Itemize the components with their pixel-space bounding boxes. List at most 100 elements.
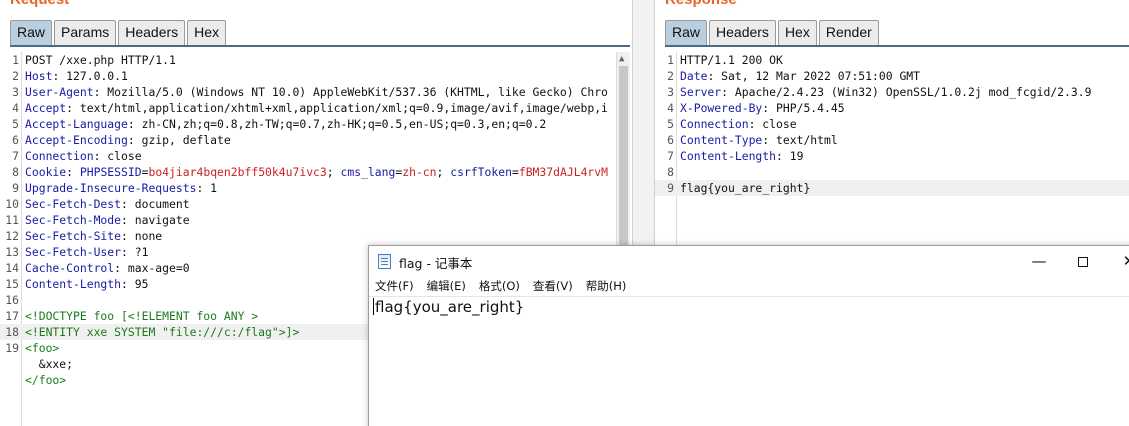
line-text: Content-Length: 19	[680, 148, 803, 164]
notepad-text: flag{you_are_right}	[375, 298, 525, 316]
header-name: Cookie	[25, 165, 67, 179]
notepad-menu-item[interactable]: 格式(O)	[479, 278, 520, 294]
notepad-titlebar[interactable]: flag - 记事本 — ✕	[369, 246, 1129, 276]
response-lines: 1 HTTP/1.1 200 OK 2 Date: Sat, 12 Mar 2022 …	[655, 52, 1129, 196]
text-caret	[373, 298, 374, 315]
close-button[interactable]: ✕	[1109, 249, 1129, 273]
text-span: : 127.0.0.1	[52, 69, 128, 83]
text-span: : text/html,application/xhtml+xml,applic…	[66, 101, 608, 115]
request-line: 10 Sec-Fetch-Dest: document	[0, 196, 632, 212]
text-span: : close	[93, 149, 142, 163]
line-text: Upgrade-Insecure-Requests: 1	[25, 180, 217, 196]
line-text: Sec-Fetch-User: ?1	[25, 244, 148, 260]
text-span: :	[66, 165, 80, 179]
request-line: 6 Accept-Encoding: gzip, deflate	[0, 132, 632, 148]
notepad-content[interactable]: flag{you_are_right}	[373, 298, 524, 316]
header-name: User-Agent	[25, 85, 94, 99]
request-tab-raw[interactable]: Raw	[10, 20, 53, 46]
line-number: 1	[667, 53, 674, 67]
line-text: <!DOCTYPE foo [<!ELEMENT foo ANY >	[25, 308, 258, 324]
response-line: 6 Content-Type: text/html	[655, 132, 1129, 148]
line-number: 9	[12, 181, 19, 195]
text-span: : PHP/5.4.45	[762, 101, 845, 115]
text-span: =	[511, 165, 519, 179]
request-line: 4 Accept: text/html,application/xhtml+xml…	[0, 100, 632, 116]
maximize-icon	[1078, 256, 1088, 267]
response-line: 2 Date: Sat, 12 Mar 2022 07:51:00 GMT	[655, 68, 1129, 84]
scroll-up-arrow-icon[interactable]: ▲	[619, 54, 624, 64]
text-span: : 19	[776, 149, 804, 163]
response-line: 9 flag{you_are_right}	[655, 180, 1129, 196]
cookie-name: cms_lang	[340, 165, 396, 179]
request-tab-hex[interactable]: Hex	[187, 20, 227, 46]
line-number: 13	[5, 245, 19, 259]
line-number: 11	[5, 213, 19, 227]
line-number: 10	[5, 197, 19, 211]
xml-markup: </foo>	[25, 373, 67, 387]
line-number: 9	[667, 181, 674, 195]
request-line: 12 Sec-Fetch-Site: none	[0, 228, 632, 244]
line-text: <foo>	[25, 340, 59, 356]
notepad-menu-item[interactable]: 编辑(E)	[427, 278, 466, 294]
header-name: Accept-Encoding	[25, 133, 128, 147]
header-name: Cache-Control	[25, 261, 115, 275]
line-text: Connection: close	[25, 148, 142, 164]
notepad-menu-item[interactable]: 帮助(H)	[586, 278, 627, 294]
header-name: Upgrade-Insecure-Requests	[25, 181, 197, 195]
xml-markup: <foo>	[25, 341, 60, 355]
line-number: 1	[12, 53, 19, 67]
text-span: : document	[121, 197, 190, 211]
notepad-title: flag - 记事本	[399, 256, 473, 271]
line-text: Content-Length: 95	[25, 276, 148, 292]
request-line: 3 User-Agent: Mozilla/5.0 (Windows NT 10.…	[0, 84, 632, 100]
line-text: Accept-Language: zh-CN,zh;q=0.8,zh-TW;q=…	[25, 116, 546, 132]
maximize-button[interactable]	[1063, 249, 1103, 273]
line-number: 7	[667, 149, 674, 163]
line-text: Content-Type: text/html	[680, 132, 838, 148]
line-number: 12	[5, 229, 19, 243]
header-name: Connection	[680, 117, 749, 131]
text-span: HTTP/1.1 200 OK	[680, 53, 783, 67]
header-name: X-Powered-By	[680, 101, 763, 115]
response-tab-headers[interactable]: Headers	[709, 20, 776, 46]
text-span: &xxe;	[25, 357, 74, 371]
response-tab-underline	[665, 45, 1129, 47]
line-text: </foo>	[25, 372, 66, 388]
request-line: 11 Sec-Fetch-Mode: navigate	[0, 212, 632, 228]
header-name: Content-Length	[680, 149, 777, 163]
request-tab-params[interactable]: Params	[54, 20, 117, 46]
request-tab-headers[interactable]: Headers	[118, 20, 186, 46]
response-tab-hex[interactable]: Hex	[777, 20, 817, 46]
text-span: : ?1	[121, 245, 149, 259]
text-span: POST /xxe.php HTTP/1.1	[25, 53, 176, 67]
line-number: 4	[12, 101, 19, 115]
response-tab-raw[interactable]: Raw	[665, 20, 708, 46]
line-text: &xxe;	[25, 356, 73, 372]
line-number: 14	[5, 261, 19, 275]
notepad-menu-item[interactable]: 文件(F)	[375, 278, 414, 294]
line-text: Connection: close	[680, 116, 797, 132]
line-number: 19	[5, 341, 19, 355]
line-number: 18	[5, 325, 19, 339]
request-line: 2 Host: 127.0.0.1	[0, 68, 632, 84]
text-span: : max-age=0	[114, 261, 190, 275]
header-name: Accept-Language	[25, 117, 128, 131]
notepad-menu-item[interactable]: 查看(V)	[533, 278, 573, 294]
text-span: : text/html	[762, 133, 838, 147]
request-scroll-thumb[interactable]	[619, 66, 628, 266]
response-line: 3 Server: Apache/2.4.23 (Win32) OpenSSL/1…	[655, 84, 1129, 100]
response-tab-render[interactable]: Render	[818, 20, 879, 46]
line-number: 17	[5, 309, 19, 323]
minimize-button[interactable]: —	[1019, 249, 1059, 273]
header-name: Date	[680, 69, 708, 83]
response-line: 5 Connection: close	[655, 116, 1129, 132]
line-number: 8	[12, 165, 19, 179]
line-text: flag{you_are_right}	[680, 180, 810, 196]
request-line: 9 Upgrade-Insecure-Requests: 1	[0, 180, 632, 196]
header-name: Sec-Fetch-Dest	[25, 197, 122, 211]
cookie-value: fBM37dAJL4rvM	[518, 165, 608, 179]
line-text: Server: Apache/2.4.23 (Win32) OpenSSL/1.…	[680, 84, 1091, 100]
response-title: Response	[665, 0, 737, 8]
response-tabbar: Raw Headers Hex Render	[665, 20, 879, 46]
line-text: Sec-Fetch-Dest: document	[25, 196, 190, 212]
